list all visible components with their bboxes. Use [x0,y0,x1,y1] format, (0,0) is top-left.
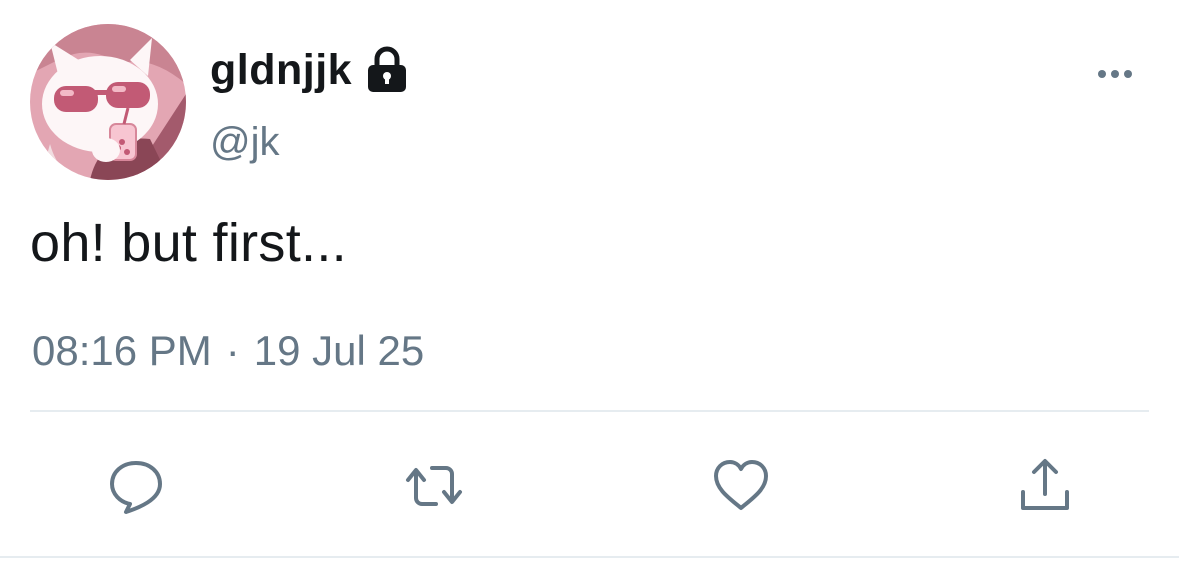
avatar-cat-image [30,24,186,180]
share-icon [1021,459,1069,510]
tweet-text: oh! but first... [30,213,347,273]
more-horizontal-icon[interactable] [1095,64,1135,84]
lock-icon [364,46,410,94]
display-name[interactable]: gldnjjk [210,48,352,92]
reply-button[interactable] [105,455,167,517]
timestamp-separator: · [225,327,240,374]
user-handle[interactable]: @jk [210,122,280,162]
reply-bubble-icon [110,461,162,514]
avatar[interactable] [30,24,186,180]
share-button[interactable] [1014,455,1076,517]
heart-icon [714,460,768,510]
bottom-divider [0,556,1179,558]
timestamp[interactable]: 08:16 PM · 19 Jul 25 [32,330,424,372]
like-button[interactable] [710,455,772,517]
tweet-time: 08:16 PM [32,327,212,374]
divider [30,410,1149,412]
author-name-row: gldnjjk [210,42,410,98]
retweet-icon [406,466,462,506]
tweet-date: 19 Jul 25 [253,327,425,374]
retweet-button[interactable] [403,455,465,517]
